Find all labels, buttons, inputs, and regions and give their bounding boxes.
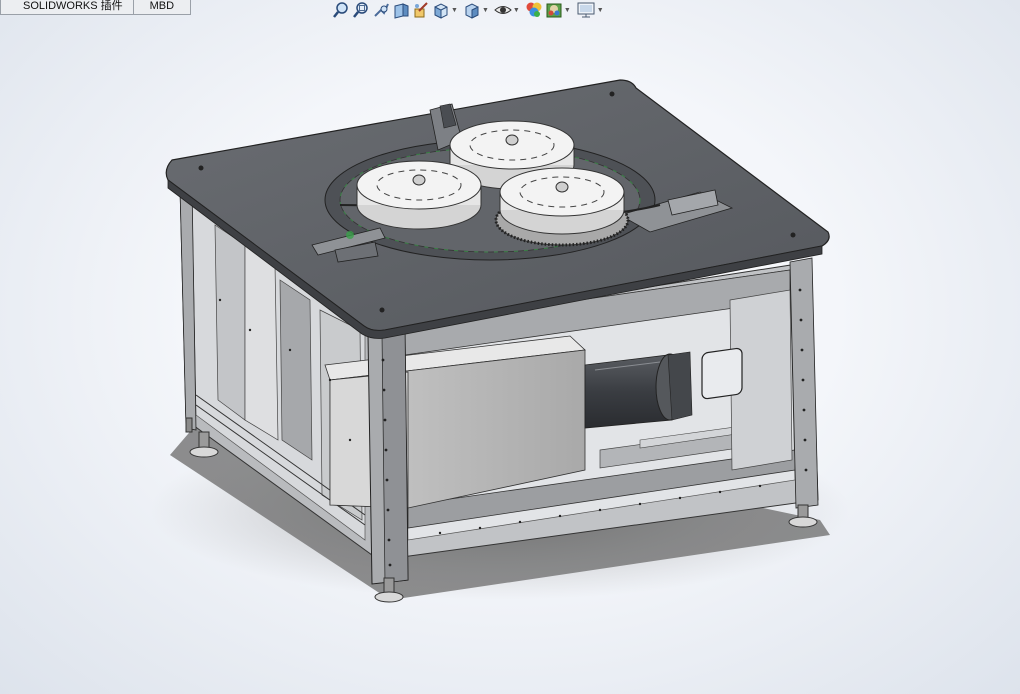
previous-view-icon <box>374 3 389 17</box>
tab-mbd[interactable]: MBD <box>133 0 192 15</box>
display-style-icon <box>465 3 479 19</box>
edit-appearance-icon <box>526 2 542 17</box>
gear-right <box>494 167 630 247</box>
motor <box>584 351 693 429</box>
graphics-area[interactable] <box>0 20 1020 694</box>
zoom-to-area-icon <box>353 2 368 18</box>
gear-left <box>356 160 482 230</box>
edit-appearance-button[interactable] <box>525 0 543 20</box>
heads-up-view-toolbar: ▼ ▼ ▼ ▼ ▼ <box>332 0 607 20</box>
chevron-down-icon: ▼ <box>481 6 489 14</box>
foot-back-left <box>185 417 193 433</box>
previous-view-button[interactable] <box>372 0 390 20</box>
dynamic-annotation-icon <box>414 2 428 18</box>
chevron-down-icon: ▼ <box>512 6 520 14</box>
section-view-button[interactable] <box>392 0 410 20</box>
view-settings-button[interactable]: ▼ <box>576 0 607 20</box>
chevron-down-icon: ▼ <box>596 6 604 14</box>
zoom-to-area-button[interactable] <box>352 0 370 20</box>
section-view-icon <box>394 3 409 19</box>
apply-scene-button[interactable]: ▼ <box>545 0 574 20</box>
chevron-down-icon: ▼ <box>451 6 458 14</box>
command-manager-tabs: SOLIDWORKS 插件 MBD <box>0 0 192 15</box>
zoom-to-fit-button[interactable] <box>332 0 350 20</box>
tab-solidworks-addins[interactable]: SOLIDWORKS 插件 <box>0 0 134 15</box>
hide-show-items-button[interactable]: ▼ <box>494 0 523 20</box>
apply-scene-icon <box>546 3 562 18</box>
view-orientation-icon <box>434 3 448 19</box>
dynamic-annotation-button[interactable] <box>412 0 430 20</box>
zoom-to-fit-icon <box>333 2 348 18</box>
display-style-button[interactable]: ▼ <box>463 0 492 20</box>
chevron-down-icon: ▼ <box>563 6 571 14</box>
view-settings-icon <box>577 2 595 18</box>
view-orientation-button[interactable]: ▼ <box>432 0 461 20</box>
hide-show-items-icon <box>494 6 512 14</box>
